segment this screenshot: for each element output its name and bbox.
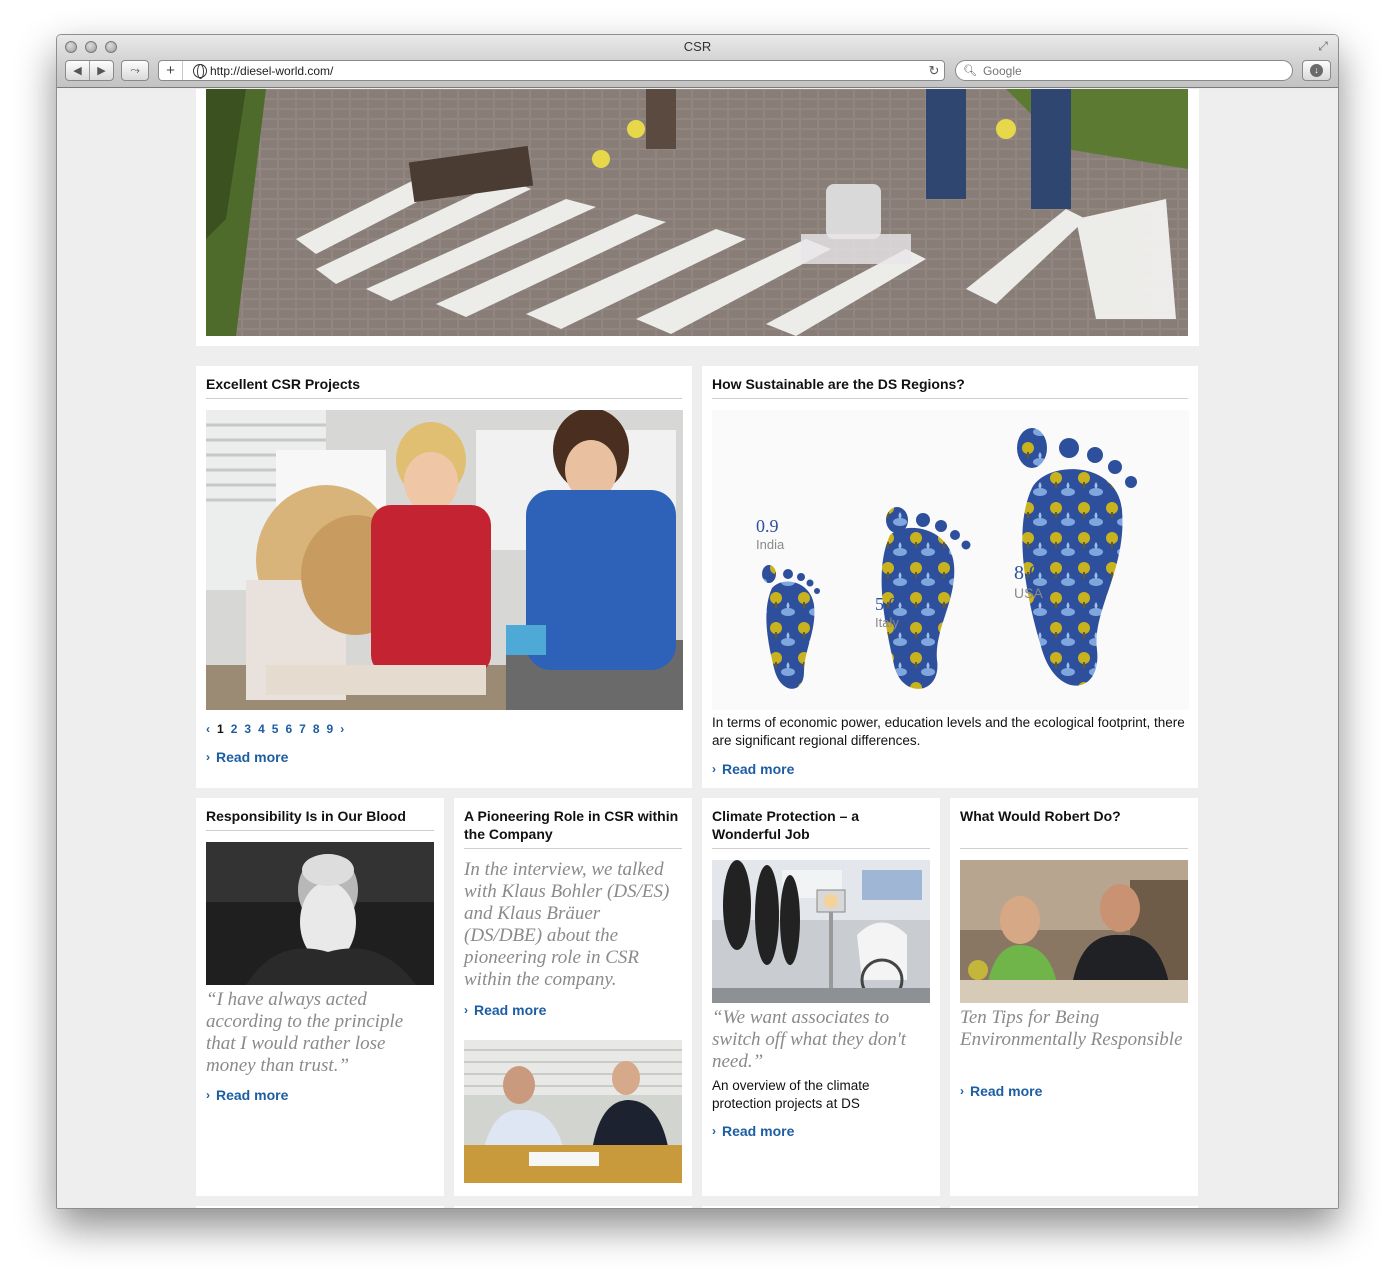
pager-next-icon[interactable]: › xyxy=(340,722,344,736)
chevron-right-icon: › xyxy=(960,1084,964,1098)
italy-value: 5.0 xyxy=(875,594,898,614)
pager-page-9[interactable]: 9 xyxy=(327,722,334,736)
usa-value: 8.0 xyxy=(1014,562,1039,584)
address-bar[interactable]: + http://diesel-world.com/ ↻ xyxy=(158,60,945,81)
card-quote: “I have always acted according to the pr… xyxy=(206,989,404,1076)
chevron-right-icon: › xyxy=(206,750,210,764)
card-quote: In the interview, we talked with Klaus B… xyxy=(464,859,670,990)
regions-title: How Sustainable are the DS Regions? xyxy=(712,375,1188,399)
back-arrow-icon[interactable]: ◀ xyxy=(66,64,89,77)
reader-button[interactable]: ⤳ xyxy=(121,60,149,81)
search-icon: 🔍︎ xyxy=(963,65,977,77)
forward-arrow-icon[interactable]: ▶ xyxy=(90,64,113,77)
next-card-edge xyxy=(702,1206,940,1208)
italy-label: Italy xyxy=(875,615,899,630)
globe-icon xyxy=(193,63,207,79)
page-viewport: Excellent CSR Projects ‹ 1 2 3 4 5 6 7 8… xyxy=(57,89,1338,1208)
footprint-italy-label: 5.0 Italy xyxy=(875,594,899,630)
card-read-more-link[interactable]: › Read more xyxy=(960,1083,1042,1099)
next-card-edge xyxy=(454,1206,692,1208)
fullscreen-icon[interactable]: ⤢ xyxy=(1316,39,1330,53)
card-text: An overview of the climate protection pr… xyxy=(712,1078,870,1111)
hero-image xyxy=(206,89,1188,336)
browser-window: CSR ⤢ ◀ ▶ ⤳ + http://diesel-world.com/ ↻… xyxy=(56,34,1339,1209)
robert-video-image[interactable] xyxy=(960,860,1188,1003)
url-field[interactable]: http://diesel-world.com/ xyxy=(210,64,924,78)
card-read-more-link[interactable]: › Read more xyxy=(464,1002,546,1018)
card-robert: What Would Robert Do? Ten Tips for Being… xyxy=(950,798,1198,1196)
read-more-label: Read more xyxy=(216,1087,289,1103)
pager-page-8[interactable]: 8 xyxy=(313,722,320,736)
reader-icon: ⤳ xyxy=(130,63,140,77)
featured-projects-image[interactable] xyxy=(206,410,683,710)
downloads-button[interactable]: ↓ xyxy=(1302,60,1331,81)
pager-page-2[interactable]: 2 xyxy=(231,722,238,736)
search-field[interactable]: 🔍︎ xyxy=(955,60,1293,81)
card-quote: “We want associates to switch off what t… xyxy=(712,1007,907,1072)
read-more-label: Read more xyxy=(722,1123,795,1139)
founder-portrait-image[interactable] xyxy=(206,842,434,985)
pager-page-7[interactable]: 7 xyxy=(299,722,306,736)
read-more-label: Read more xyxy=(722,761,795,777)
pager-prev-icon[interactable]: ‹ xyxy=(206,722,210,736)
add-bookmark-icon[interactable]: + xyxy=(159,61,183,80)
title-bar: CSR ⤢ ◀ ▶ ⤳ + http://diesel-world.com/ ↻… xyxy=(57,35,1338,88)
footprint-india xyxy=(762,565,820,689)
india-value: 0.9 xyxy=(756,516,779,536)
featured-read-more-link[interactable]: › Read more xyxy=(206,749,288,765)
regions-panel: How Sustainable are the DS Regions? 0.9 … xyxy=(702,366,1198,788)
reload-icon[interactable]: ↻ xyxy=(924,63,944,79)
interview-image[interactable] xyxy=(464,1040,682,1183)
regions-read-more-link[interactable]: › Read more xyxy=(712,761,794,777)
card-responsibility: Responsibility Is in Our Blood “I have a… xyxy=(196,798,444,1196)
next-card-edge xyxy=(196,1206,444,1208)
india-label: India xyxy=(756,537,785,552)
card-pioneering-role: A Pioneering Role in CSR within the Comp… xyxy=(454,798,692,1196)
pager-page-5[interactable]: 5 xyxy=(272,722,279,736)
card-climate-protection: Climate Protection – a Wonderful Job “We… xyxy=(702,798,940,1196)
card-read-more-link[interactable]: › Read more xyxy=(712,1123,794,1139)
pager-page-3[interactable]: 3 xyxy=(244,722,251,736)
download-icon: ↓ xyxy=(1310,64,1323,77)
card-title: What Would Robert Do? xyxy=(960,807,1188,849)
chevron-right-icon: › xyxy=(464,1003,468,1017)
card-read-more-link[interactable]: › Read more xyxy=(206,1087,288,1103)
footprint-infographic: 0.9 India 5.0 Italy 8.0 USA xyxy=(712,410,1189,710)
card-quote: Ten Tips for Being Environmentally Respo… xyxy=(960,1007,1183,1050)
back-forward-buttons[interactable]: ◀ ▶ xyxy=(65,60,114,81)
card-title: Climate Protection – a Wonderful Job xyxy=(712,807,930,849)
read-more-label: Read more xyxy=(216,749,289,765)
read-more-label: Read more xyxy=(970,1083,1043,1099)
footprint-usa xyxy=(1017,428,1137,686)
chevron-right-icon: › xyxy=(206,1088,210,1102)
card-title: Responsibility Is in Our Blood xyxy=(206,807,434,831)
pager-page-1[interactable]: 1 xyxy=(217,722,224,736)
read-more-label: Read more xyxy=(474,1002,547,1018)
hero-panel xyxy=(196,89,1199,346)
search-input[interactable] xyxy=(982,63,1263,78)
regions-description: In terms of economic power, education le… xyxy=(712,715,1185,748)
window-title: CSR xyxy=(683,39,712,54)
pager-page-4[interactable]: 4 xyxy=(258,722,265,736)
featured-projects-title: Excellent CSR Projects xyxy=(206,375,682,399)
featured-projects-panel: Excellent CSR Projects ‹ 1 2 3 4 5 6 7 8… xyxy=(196,366,692,788)
card-title: A Pioneering Role in CSR within the Comp… xyxy=(464,807,682,849)
pager-page-6[interactable]: 6 xyxy=(285,722,292,736)
chevron-right-icon: › xyxy=(712,1124,716,1138)
featured-pager: ‹ 123456789 › xyxy=(206,722,344,736)
next-card-edge xyxy=(950,1206,1198,1208)
climate-event-image[interactable] xyxy=(712,860,930,1003)
footprint-india-label: 0.9 India xyxy=(756,516,784,552)
footprint-usa-label: 8.0 USA xyxy=(1014,562,1043,601)
usa-label: USA xyxy=(1014,585,1043,601)
chevron-right-icon: › xyxy=(712,762,716,776)
